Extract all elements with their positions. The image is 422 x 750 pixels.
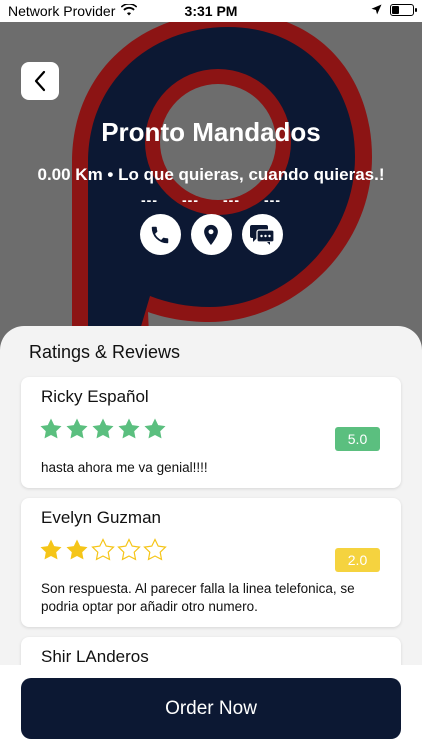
status-time: 3:31 PM bbox=[184, 3, 238, 19]
back-button[interactable] bbox=[21, 62, 59, 100]
reviewer-name: Shir LAnderos bbox=[41, 647, 149, 666]
store-hero: Pronto Mandados 0.00 Km • Lo que quieras… bbox=[0, 22, 422, 352]
store-subtitle: 0.00 Km • Lo que quieras, cuando quieras… bbox=[37, 165, 385, 184]
star-icon bbox=[144, 418, 166, 439]
status-right bbox=[371, 2, 417, 18]
star-rating bbox=[39, 417, 167, 441]
star-rating bbox=[39, 538, 167, 562]
hours-slot: --- bbox=[182, 192, 199, 208]
star-icon bbox=[117, 538, 141, 561]
hours-slot: --- bbox=[223, 192, 240, 208]
rating-badge: 2.0 bbox=[335, 548, 380, 572]
battery-icon bbox=[390, 4, 417, 16]
review-text: hasta ahora me va genial!!!! bbox=[41, 460, 208, 475]
chat-icon bbox=[250, 224, 275, 245]
star-icon bbox=[40, 539, 62, 560]
reviewer-name: Ricky Español bbox=[41, 387, 149, 406]
star-icon bbox=[91, 538, 115, 561]
review-text: Son respuesta. Al parecer falla la linea… bbox=[41, 581, 355, 614]
order-now-button[interactable]: Order Now bbox=[21, 678, 401, 739]
store-name: Pronto Mandados bbox=[101, 117, 321, 147]
location-button[interactable] bbox=[190, 214, 232, 255]
review-card: Evelyn Guzman 2.0 Son respuesta. Al pare… bbox=[21, 498, 401, 627]
reviewer-name: Evelyn Guzman bbox=[41, 508, 161, 527]
chat-button[interactable] bbox=[241, 214, 283, 255]
phone-icon bbox=[151, 226, 169, 243]
status-bar: Network Provider 3:31 PM bbox=[0, 0, 422, 22]
star-icon bbox=[66, 539, 88, 560]
review-card: Ricky Español 5.0 hasta ahora me va geni… bbox=[21, 377, 401, 488]
store-logo-background bbox=[72, 22, 372, 352]
star-icon bbox=[92, 418, 114, 439]
hours-slot: --- bbox=[264, 192, 281, 208]
star-icon bbox=[118, 418, 140, 439]
location-arrow-icon bbox=[371, 2, 382, 18]
call-button[interactable] bbox=[139, 214, 181, 255]
star-icon bbox=[143, 538, 167, 561]
back-chevron-icon bbox=[34, 70, 46, 92]
star-icon bbox=[40, 418, 62, 439]
rating-badge: 5.0 bbox=[335, 427, 380, 451]
reviews-title: Ratings & Reviews bbox=[29, 342, 181, 362]
hours-slot: --- bbox=[141, 192, 158, 208]
contact-actions bbox=[0, 214, 422, 255]
star-icon bbox=[66, 418, 88, 439]
store-hours: --- --- --- --- bbox=[0, 192, 422, 208]
map-pin-icon bbox=[204, 224, 218, 245]
